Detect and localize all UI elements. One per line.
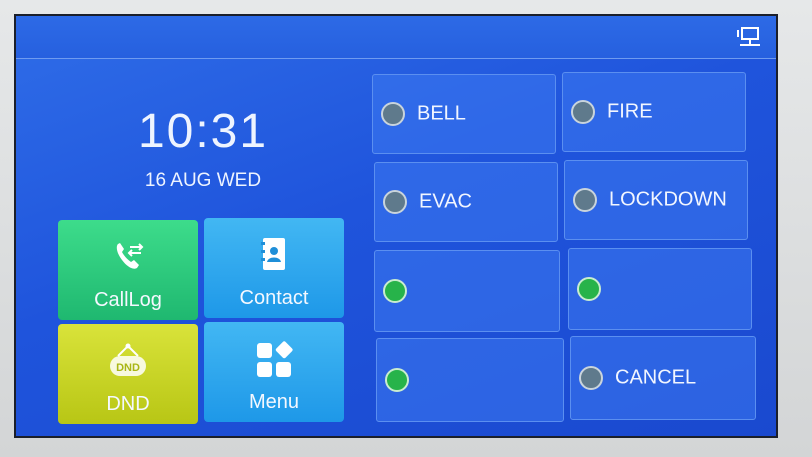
phone-icon xyxy=(571,100,595,124)
empty-button-3[interactable] xyxy=(376,338,564,422)
evac-label: EVAC xyxy=(419,190,472,213)
dnd-label: DND xyxy=(106,393,150,415)
menu-grid-icon xyxy=(257,341,293,377)
empty-button-2[interactable] xyxy=(568,248,752,330)
menu-label: Menu xyxy=(248,391,300,413)
touch-screen: 10:31 16 AUG WED CallLog Contact DND DND… xyxy=(14,14,778,438)
lockdown-label: LOCKDOWN xyxy=(609,188,727,211)
address-book-icon xyxy=(261,238,285,270)
edit-icon xyxy=(385,368,409,392)
empty-button-1[interactable] xyxy=(374,250,560,332)
fire-label: FIRE xyxy=(607,100,653,123)
calllog-tile[interactable]: CallLog xyxy=(58,220,198,320)
network-icon[interactable] xyxy=(736,25,762,49)
evac-button[interactable]: EVAC xyxy=(374,162,558,242)
fire-button[interactable]: FIRE xyxy=(562,72,746,152)
clock-time: 10:31 xyxy=(137,105,269,158)
svg-text:DND: DND xyxy=(116,362,140,374)
edit-icon xyxy=(383,279,407,303)
clock-date: 16 AUG WED xyxy=(144,170,262,191)
bell-button[interactable]: BELL xyxy=(372,74,556,154)
contact-label: Contact xyxy=(239,287,309,309)
contact-tile[interactable]: Contact xyxy=(204,218,344,318)
calllog-label: CallLog xyxy=(94,289,162,311)
cancel-button[interactable]: CANCEL xyxy=(570,336,756,420)
cancel-label: CANCEL xyxy=(615,366,697,389)
bell-label: BELL xyxy=(417,102,466,125)
phone-icon xyxy=(383,190,407,214)
phone-list-icon xyxy=(116,243,144,269)
edit-icon xyxy=(577,277,601,301)
status-bar xyxy=(16,16,776,59)
dnd-tile[interactable]: DND DND xyxy=(58,324,198,424)
dnd-sign-icon: DND xyxy=(110,343,146,376)
phone-icon xyxy=(381,102,405,126)
lockdown-button[interactable]: LOCKDOWN xyxy=(564,160,748,240)
phone-icon xyxy=(573,188,597,212)
menu-tile[interactable]: Menu xyxy=(204,322,344,422)
phone-icon xyxy=(579,366,603,390)
